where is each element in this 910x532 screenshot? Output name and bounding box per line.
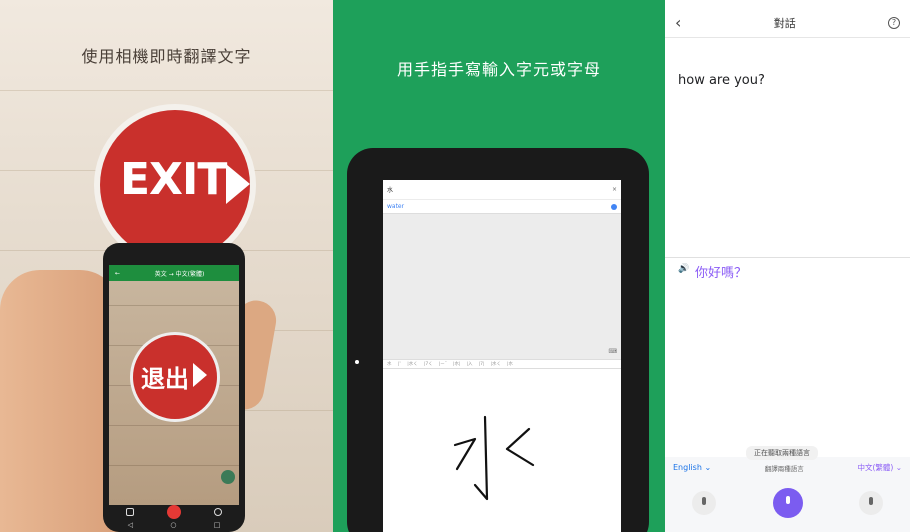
- nav-home-icon[interactable]: ○: [170, 521, 176, 529]
- camera-lang-bar: ← 英文 → 中文(繁體): [109, 265, 239, 281]
- close-icon[interactable]: ×: [612, 186, 617, 193]
- candidate[interactable]: |水: [507, 361, 513, 367]
- mic-auto-button[interactable]: [772, 488, 803, 518]
- lang-to: 中文(繁體): [175, 270, 205, 278]
- android-nav-bar: ◁ ○ □: [109, 519, 239, 531]
- translation-area: ⌨: [383, 214, 621, 359]
- camera-caption: 使用相機即時翻譯文字: [81, 47, 252, 66]
- mic-row: [665, 488, 910, 518]
- candidate[interactable]: |入: [467, 361, 473, 367]
- translated-text: 你好嗎？: [695, 266, 748, 281]
- nav-back-icon[interactable]: ◁: [128, 521, 133, 529]
- mic-left-button[interactable]: [692, 491, 716, 515]
- stroke: [505, 427, 535, 467]
- translated-sign: 退出: [133, 335, 217, 419]
- lang-mode-label: 翻譯兩種語言: [764, 464, 804, 473]
- candidate[interactable]: |水く: [407, 361, 418, 367]
- tablet: 水 × water ⌨ 水 |˜ |水く |7く |ㄧˇ |水| |入 |7| …: [347, 148, 649, 532]
- nav-recent-icon[interactable]: □: [214, 521, 221, 529]
- exit-sign-text: EXIT: [120, 154, 227, 205]
- wood-line: [0, 90, 333, 91]
- lang-pair[interactable]: 英文 → 中文(繁體): [126, 269, 233, 278]
- input-char: 水: [387, 187, 394, 194]
- camera-controls: [109, 505, 239, 519]
- eye-icon[interactable]: [221, 470, 235, 484]
- candidate[interactable]: |˜: [398, 362, 402, 367]
- handwritten-strokes: [453, 415, 535, 501]
- go-arrow-icon[interactable]: [611, 203, 617, 210]
- camera-phone: ← 英文 → 中文(繁體) 退出 ◁ ○ □: [103, 243, 245, 532]
- handwriting-canvas[interactable]: [383, 369, 621, 532]
- camera-panel: 使用相機即時翻譯文字 EXIT ← 英文 → 中文(繁體) 退出 ◁ ○ □: [0, 0, 333, 532]
- lang-from: 英文: [154, 270, 167, 278]
- back-arrow-icon[interactable]: ←: [115, 270, 120, 277]
- wood-line: [109, 425, 239, 426]
- translated-sign-arrow-icon: [193, 363, 207, 387]
- divider: [665, 257, 910, 258]
- help-icon[interactable]: ?: [888, 16, 900, 29]
- speaker-icon[interactable]: 🔊: [678, 264, 689, 274]
- tablet-screen: 水 × water ⌨ 水 |˜ |水く |7く |ㄧˇ |水| |入 |7| …: [383, 180, 621, 532]
- candidate[interactable]: 水: [387, 361, 392, 367]
- lang-left-label: English: [673, 463, 702, 472]
- hand: [0, 270, 120, 532]
- mic-icon: [785, 496, 790, 504]
- handwriting-panel: 用手指手寫輸入字元或字母 水 × water ⌨ 水 |˜ |水く |7く |ㄧ…: [333, 0, 665, 532]
- candidate[interactable]: |ㄧˇ: [439, 361, 447, 367]
- exit-arrow-icon: [226, 164, 250, 204]
- lang-left-selector[interactable]: English ⌄: [673, 463, 711, 472]
- wood-line: [109, 305, 239, 306]
- lang-swap-arrow-icon: →: [168, 270, 174, 278]
- lang-right-label: 中文(繁體): [857, 463, 894, 472]
- candidate-bar: 水 |˜ |水く |7く |ㄧˇ |水| |入 |7| |水く |水: [383, 359, 621, 369]
- exit-sign: EXIT: [100, 110, 250, 260]
- handwriting-caption: 用手指手寫輸入字元或字母: [396, 60, 601, 79]
- shutter-button[interactable]: [166, 505, 181, 519]
- candidate[interactable]: |7|: [479, 362, 485, 367]
- page-title: 對話: [773, 16, 796, 30]
- source-text: how are you?: [678, 73, 765, 88]
- tablet-camera: [355, 360, 359, 364]
- status-bar: [665, 0, 910, 8]
- settings-icon[interactable]: [214, 508, 223, 516]
- candidate[interactable]: |水|: [453, 361, 461, 367]
- mic-icon: [702, 497, 706, 505]
- keyboard-icon[interactable]: ⌨: [608, 348, 617, 355]
- result-row[interactable]: water: [383, 200, 621, 214]
- candidate[interactable]: |水く: [490, 361, 501, 367]
- candidate[interactable]: |7く: [424, 361, 433, 367]
- stroke: [453, 437, 477, 471]
- conversation-header: ‹ 對話 ?: [665, 8, 910, 38]
- input-row[interactable]: 水 ×: [383, 180, 621, 200]
- listening-status: 正在聽取兩種語言: [746, 446, 818, 460]
- back-icon[interactable]: ‹: [675, 13, 681, 32]
- stroke: [473, 415, 489, 501]
- camera-screen: ← 英文 → 中文(繁體) 退出: [109, 265, 239, 505]
- mic-icon: [869, 497, 873, 505]
- wood-line: [109, 465, 239, 466]
- gallery-icon[interactable]: [125, 508, 134, 516]
- translated-sign-text: 退出: [141, 365, 189, 393]
- lang-right-selector[interactable]: 中文(繁體) ⌄: [857, 462, 902, 473]
- language-row: English ⌄ 翻譯兩種語言 中文(繁體) ⌄: [665, 462, 910, 473]
- chevron-down-icon: ⌄: [704, 463, 712, 472]
- mic-right-button[interactable]: [859, 491, 883, 515]
- result-text: water: [387, 203, 405, 210]
- conversation-panel: ‹ 對話 ? how are you? 🔊 你好嗎？ 正在聽取兩種語言 Engl…: [665, 0, 910, 532]
- chevron-down-icon: ⌄: [895, 463, 902, 472]
